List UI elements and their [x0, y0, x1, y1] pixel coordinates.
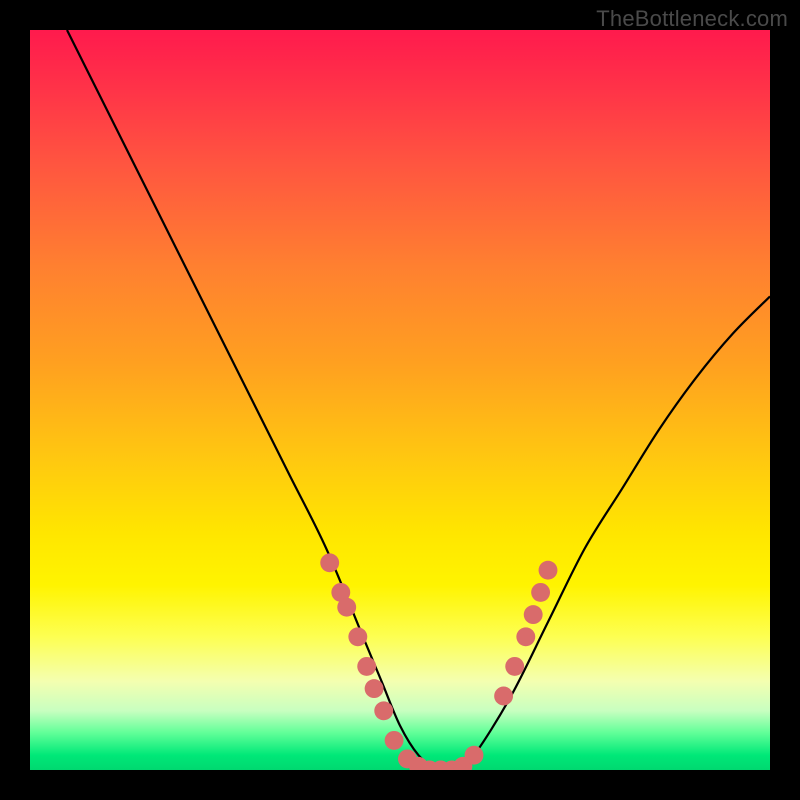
curve-marker — [531, 583, 550, 602]
curve-marker — [516, 627, 535, 646]
chart-svg — [30, 30, 770, 770]
chart-plot-area — [30, 30, 770, 770]
curve-marker — [374, 701, 393, 720]
curve-markers-group — [320, 553, 557, 770]
watermark-text: TheBottleneck.com — [596, 6, 788, 32]
curve-marker — [505, 657, 524, 676]
curve-marker — [494, 687, 513, 706]
curve-marker — [320, 553, 339, 572]
curve-marker — [337, 598, 356, 617]
curve-marker — [539, 561, 558, 580]
curve-marker — [465, 746, 484, 765]
curve-marker — [348, 627, 367, 646]
curve-marker — [365, 679, 384, 698]
curve-marker — [357, 657, 376, 676]
curve-marker — [385, 731, 404, 750]
curve-marker — [524, 605, 543, 624]
bottleneck-curve-line — [67, 30, 770, 770]
